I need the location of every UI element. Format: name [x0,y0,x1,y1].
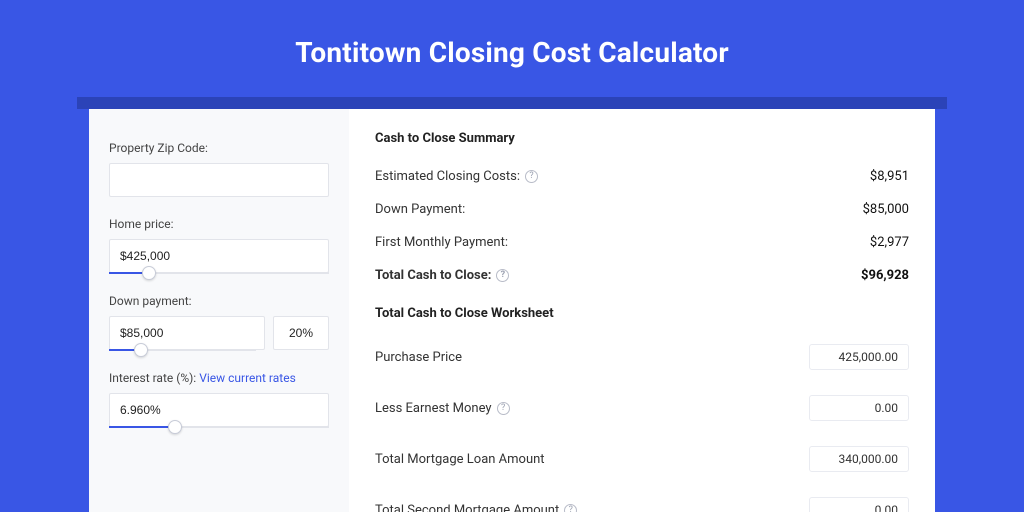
help-icon[interactable]: ? [496,269,509,282]
worksheet-row: Purchase Price 425,000.00 [375,335,909,386]
zip-label: Property Zip Code: [109,141,329,155]
help-icon[interactable]: ? [497,402,510,415]
summary-row-label: First Monthly Payment: [375,235,508,250]
worksheet: Purchase Price 425,000.00 Less Earnest M… [375,335,909,512]
zip-field: Property Zip Code: [109,141,329,197]
slider-thumb[interactable] [142,266,156,280]
interest-rate-label-text: Interest rate (%): [109,371,199,385]
slider-fill [109,426,175,428]
page-title: Tontitown Closing Cost Calculator [0,0,1024,97]
summary-row: Down Payment: $85,000 [375,193,909,226]
help-icon[interactable]: ? [525,170,538,183]
worksheet-row-label: Total Second Mortgage Amount [375,503,559,512]
summary-row-value: $8,951 [870,169,909,184]
summary-row-label: Down Payment: [375,202,465,217]
section-divider [375,292,909,306]
worksheet-row-value[interactable]: 340,000.00 [809,446,909,472]
calculator-card: Property Zip Code: Home price: Down paym… [89,109,935,512]
summary-row-value: $85,000 [863,202,909,217]
down-payment-label: Down payment: [109,294,329,308]
interest-rate-slider[interactable] [109,426,329,428]
interest-rate-label: Interest rate (%): View current rates [109,371,329,385]
summary-row: Estimated Closing Costs: ? $8,951 [375,160,909,193]
worksheet-row: Total Second Mortgage Amount ? 0.00 [375,488,909,512]
main-panel: Cash to Close Summary Estimated Closing … [349,109,935,512]
worksheet-row-value[interactable]: 425,000.00 [809,344,909,370]
summary-title: Cash to Close Summary [375,131,909,146]
summary-total-label: Total Cash to Close: [375,268,491,283]
slider-thumb[interactable] [168,420,182,434]
worksheet-row: Less Earnest Money ? 0.00 [375,386,909,437]
down-payment-input[interactable] [109,316,265,350]
slider-thumb[interactable] [134,343,148,357]
worksheet-title: Total Cash to Close Worksheet [375,306,909,321]
summary-row-label: Estimated Closing Costs: [375,169,520,184]
interest-rate-field: Interest rate (%): View current rates [109,371,329,428]
down-payment-field: Down payment: [109,294,329,351]
worksheet-row-label: Less Earnest Money [375,401,492,416]
summary-row-value: $2,977 [870,235,909,250]
worksheet-row-label: Total Mortgage Loan Amount [375,452,545,467]
view-rates-link[interactable]: View current rates [199,371,296,385]
summary-total-row: Total Cash to Close: ? $96,928 [375,259,909,292]
home-price-label: Home price: [109,217,329,231]
worksheet-row-value[interactable]: 0.00 [809,497,909,512]
home-price-slider[interactable] [109,272,329,274]
worksheet-row: Total Mortgage Loan Amount 340,000.00 [375,437,909,488]
home-price-field: Home price: [109,217,329,274]
card-shadow [77,97,947,109]
help-icon[interactable]: ? [564,504,577,512]
worksheet-row-label: Purchase Price [375,350,462,365]
summary-total-value: $96,928 [861,268,909,283]
summary-row: First Monthly Payment: $2,977 [375,226,909,259]
down-payment-slider[interactable] [109,349,256,351]
worksheet-row-value[interactable]: 0.00 [809,395,909,421]
zip-input[interactable] [109,163,329,197]
interest-rate-input[interactable] [109,393,329,427]
down-payment-pct-input[interactable] [273,316,329,350]
input-sidebar: Property Zip Code: Home price: Down paym… [89,109,349,512]
